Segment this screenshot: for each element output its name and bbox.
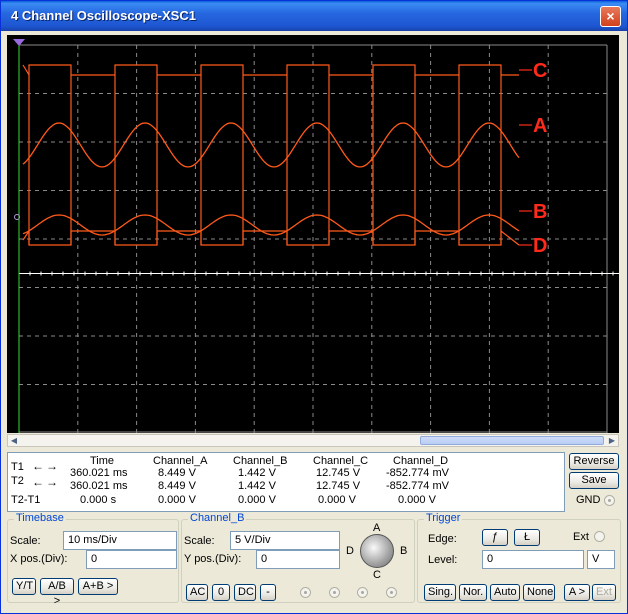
- row-label-t2: T2: [11, 475, 24, 487]
- t1-channel-c: 12.745 V: [316, 467, 361, 479]
- rising-edge-icon: ƒ: [491, 531, 499, 543]
- window-title: 4 Channel Oscilloscope-XSC1: [11, 8, 196, 23]
- row-label-t1: T1: [11, 461, 24, 473]
- close-icon: ×: [606, 8, 615, 24]
- gnd-label: GND: [576, 494, 601, 506]
- trace-channel-c: [22, 64, 519, 245]
- rising-edge-button[interactable]: ƒ: [482, 529, 508, 546]
- trigger-group: Trigger Edge: ƒ Ł Ext Level: 0 V Sing. N…: [417, 512, 621, 603]
- channel-group: Channel_B Scale: 5 V/Div Y pos.(Div): 0 …: [181, 512, 415, 603]
- trace-channel-b: [22, 214, 520, 236]
- oscilloscope-screen[interactable]: C A B D: [7, 35, 619, 433]
- channel-label-d: D: [533, 235, 547, 257]
- t2-channel-a: 8.449 V: [158, 480, 196, 492]
- t2-time: 360.021 ms: [70, 480, 128, 492]
- auto-trigger-button[interactable]: Auto: [490, 584, 520, 601]
- t2-right-arrow-icon[interactable]: →: [46, 476, 58, 488]
- close-button[interactable]: ×: [600, 6, 621, 27]
- trigger-source-a-button[interactable]: A >: [564, 584, 590, 601]
- falling-edge-icon: Ł: [523, 531, 531, 543]
- t1-channel-d: -852.774 mV: [386, 467, 449, 479]
- header-channel-c: Channel_C: [313, 455, 369, 467]
- delta-channel-d: 0.000 V: [398, 494, 436, 506]
- t2-channel-b: 1.442 V: [238, 480, 276, 492]
- timebase-title: Timebase: [14, 512, 66, 524]
- save-button[interactable]: Save: [569, 472, 619, 489]
- knob-label-a: A: [373, 522, 381, 534]
- zero-coupling-button[interactable]: 0: [212, 584, 230, 601]
- graticule-grid: [18, 44, 619, 433]
- gnd-radio[interactable]: [604, 495, 615, 506]
- channel-label-b: B: [533, 201, 547, 223]
- t1-right-arrow-icon[interactable]: →: [46, 460, 58, 472]
- cursor-readout-table: Time Channel_A Channel_B Channel_C Chann…: [7, 452, 565, 512]
- normal-trigger-button[interactable]: Nor.: [459, 584, 487, 601]
- delta-channel-b: 0.000 V: [238, 494, 276, 506]
- knob-label-b: B: [400, 545, 408, 557]
- trigger-source-ext-button[interactable]: Ext: [592, 584, 616, 601]
- channel-label-c: C: [533, 60, 547, 82]
- none-trigger-button[interactable]: None: [523, 584, 555, 601]
- t1-channel-b: 1.442 V: [238, 467, 276, 479]
- oscilloscope-window: 4 Channel Oscilloscope-XSC1 × C A B D ◀ …: [0, 0, 628, 614]
- header-time: Time: [90, 455, 115, 467]
- knob-label-c: C: [373, 569, 381, 581]
- waveform-display: C A B D: [13, 39, 619, 433]
- dc-coupling-button[interactable]: DC: [234, 584, 256, 601]
- title-bar[interactable]: 4 Channel Oscilloscope-XSC1 ×: [1, 1, 627, 31]
- timebase-xpos-label: X pos.(Div):: [10, 553, 68, 565]
- channel-ypos-label: Y pos.(Div):: [184, 553, 242, 565]
- trace-channel-d: [22, 229, 520, 246]
- channel-label-a: A: [533, 115, 547, 137]
- trigger-ext-label: Ext: [573, 531, 589, 543]
- channel-title: Channel_B: [188, 512, 247, 524]
- trigger-edge-label: Edge:: [428, 533, 457, 545]
- scroll-right-icon[interactable]: ▶: [606, 435, 618, 446]
- scrollbar-thumb[interactable]: [420, 436, 604, 445]
- delta-channel-c: 0.000 V: [318, 494, 356, 506]
- row-label-t2-t1: T2-T1: [11, 494, 41, 506]
- ac-coupling-button[interactable]: AC: [186, 584, 208, 601]
- falling-edge-button[interactable]: Ł: [514, 529, 540, 546]
- delta-channel-a: 0.000 V: [158, 494, 196, 506]
- timebase-scale-field[interactable]: 10 ms/Div: [63, 531, 177, 550]
- probe-radio-2[interactable]: [329, 587, 340, 598]
- header-channel-b: Channel_B: [233, 455, 288, 467]
- knob-label-d: D: [346, 545, 354, 557]
- t1-time: 360.021 ms: [70, 467, 128, 479]
- delta-time: 0.000 s: [80, 494, 117, 506]
- probe-radio-3[interactable]: [357, 587, 368, 598]
- reverse-button[interactable]: Reverse: [569, 453, 619, 470]
- t1-channel-a: 8.449 V: [158, 467, 196, 479]
- horizontal-scrollbar[interactable]: ◀ ▶: [7, 434, 619, 447]
- header-channel-d: Channel_D: [393, 455, 449, 467]
- trigger-level-unit[interactable]: V: [587, 550, 615, 569]
- header-channel-a: Channel_A: [153, 455, 208, 467]
- scroll-left-icon[interactable]: ◀: [8, 435, 20, 446]
- channel-select-knob[interactable]: [360, 534, 394, 568]
- ab-mode-button[interactable]: A/B >: [40, 578, 74, 607]
- probe-radio-1[interactable]: [300, 587, 311, 598]
- trigger-title: Trigger: [424, 512, 463, 524]
- channel-ypos-field[interactable]: 0: [256, 550, 340, 569]
- channel-scale-label: Scale:: [184, 535, 215, 547]
- t2-channel-c: 12.745 V: [316, 480, 361, 492]
- t1-left-arrow-icon[interactable]: ←: [32, 460, 44, 472]
- timebase-group: Timebase Scale: 10 ms/Div X pos.(Div): 0…: [7, 512, 179, 607]
- trigger-ext-radio[interactable]: [594, 531, 605, 542]
- timebase-xpos-field[interactable]: 0: [86, 550, 177, 569]
- trigger-level-label: Level:: [428, 554, 458, 566]
- yt-mode-button[interactable]: Y/T: [12, 578, 36, 595]
- single-trigger-button[interactable]: Sing.: [424, 584, 456, 601]
- trace-channel-a: [22, 122, 520, 168]
- timebase-scale-label: Scale:: [10, 535, 41, 547]
- invert-button[interactable]: -: [260, 584, 276, 601]
- t2-left-arrow-icon[interactable]: ←: [32, 476, 44, 488]
- trigger-level-field[interactable]: 0: [482, 550, 584, 569]
- a-plus-b-mode-button[interactable]: A+B >: [78, 578, 118, 595]
- channel-scale-field[interactable]: 5 V/Div: [230, 531, 340, 550]
- probe-radio-4[interactable]: [386, 587, 397, 598]
- t2-channel-d: -852.774 mV: [386, 480, 449, 492]
